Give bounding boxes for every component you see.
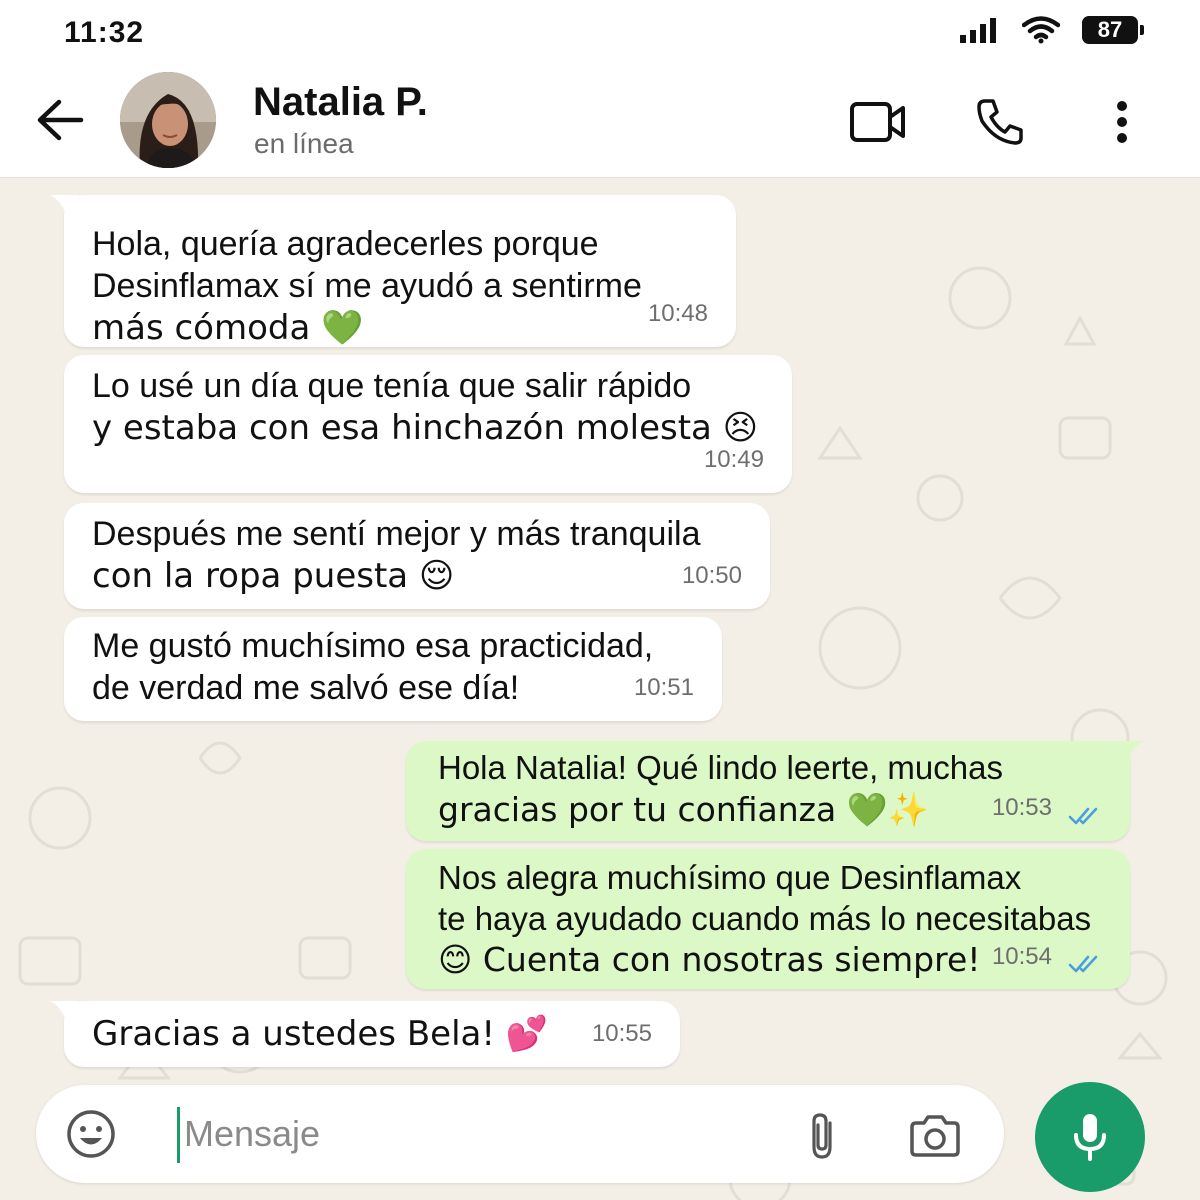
wifi-icon (1022, 16, 1060, 44)
message-text-line: Desinflamax sí me ayudó a sentirme (92, 267, 642, 305)
message-text-line: Después me sentí mejor y más tranquila (92, 515, 701, 553)
message-time: 10:51 (633, 674, 694, 701)
message-text-line: más cómoda 💚 (92, 308, 364, 348)
phone-icon (977, 99, 1023, 145)
camera-icon (910, 1115, 960, 1157)
message-text-line: de verdad me salvó ese día! (92, 669, 520, 707)
message-bubble-incoming[interactable]: Gracias a ustedes Bela! 💕 10:55 (50, 1001, 680, 1067)
paperclip-icon (812, 1113, 832, 1159)
signal-icon (960, 18, 996, 43)
text-caret (177, 1107, 180, 1163)
message-text-line: y estaba con esa hinchazón molesta 😣 (92, 408, 759, 448)
more-vertical-icon (1117, 101, 1127, 143)
message-time: 10:50 (681, 562, 742, 589)
message-bubble-incoming[interactable]: Lo usé un día que tenía que salir rápido… (64, 355, 792, 493)
message-composer (36, 1085, 1004, 1183)
chat-area[interactable]: Hola, quería agradecerles porque Desinfl… (0, 178, 1200, 1200)
emoji-button[interactable] (64, 1107, 118, 1161)
back-button[interactable] (32, 92, 88, 148)
voice-call-button[interactable] (968, 92, 1032, 152)
message-time: 10:55 (591, 1020, 652, 1047)
message-time: 10:54 (991, 943, 1052, 970)
attach-button[interactable] (802, 1109, 842, 1163)
camera-button[interactable] (908, 1113, 962, 1159)
contact-status: en línea (254, 128, 354, 159)
read-receipt-icon (1068, 955, 1098, 973)
video-call-button[interactable] (846, 92, 910, 152)
message-text-line: Hola, quería agradecerles porque (92, 225, 599, 263)
message-text-line: Gracias a ustedes Bela! 💕 (92, 1014, 549, 1054)
message-time: 10:49 (703, 446, 764, 473)
voice-message-button[interactable] (1035, 1082, 1145, 1192)
contact-name[interactable]: Natalia P. (253, 80, 428, 125)
bubble-tail (50, 1001, 78, 1025)
message-text-line: Nos alegra muchísimo que Desinflamax (438, 859, 1022, 896)
message-text-line: Me gustó muchísimo esa practicidad, (92, 627, 654, 665)
avatar[interactable] (120, 72, 216, 168)
read-receipt-icon (1068, 807, 1098, 825)
message-text-line: Hola Natalia! Qué lindo leerte, muchas (438, 749, 1003, 786)
status-icons: 87 (960, 16, 1144, 44)
message-bubble-incoming[interactable]: Me gustó muchísimo esa practicidad, de v… (64, 617, 722, 721)
message-time: 10:48 (647, 300, 708, 327)
message-bubble-outgoing[interactable]: Nos alegra muchísimo que Desinflamax te … (406, 849, 1130, 989)
message-text-line: te haya ayudado cuando más lo necesitaba… (438, 900, 1092, 937)
arrow-left-icon (37, 99, 84, 141)
message-input[interactable] (184, 1101, 784, 1167)
emoji-icon (67, 1110, 115, 1158)
message-text-line: con la ropa puesta 😌 (92, 556, 455, 596)
status-time: 11:32 (64, 16, 145, 49)
video-call-icon (850, 102, 905, 142)
bubble-tail (50, 195, 78, 219)
message-time: 10:53 (991, 794, 1052, 821)
message-bubble-outgoing[interactable]: Hola Natalia! Qué lindo leerte, muchas g… (406, 741, 1144, 841)
chat-header: Natalia P. en línea (0, 70, 1200, 178)
battery-level: 87 (1097, 17, 1123, 42)
microphone-icon (1074, 1114, 1106, 1161)
avatar-photo (120, 72, 216, 168)
status-bar: 11:32 87 (0, 0, 1200, 70)
bubble-tail (1116, 741, 1144, 765)
battery-icon: 87 (1082, 16, 1144, 44)
message-text-line: Lo usé un día que tenía que salir rápido (92, 367, 692, 405)
more-options-button[interactable] (1090, 92, 1154, 152)
message-bubble-incoming[interactable]: Después me sentí mejor y más tranquila c… (64, 503, 770, 609)
message-bubble-incoming[interactable]: Hola, quería agradecerles porque Desinfl… (50, 195, 736, 348)
